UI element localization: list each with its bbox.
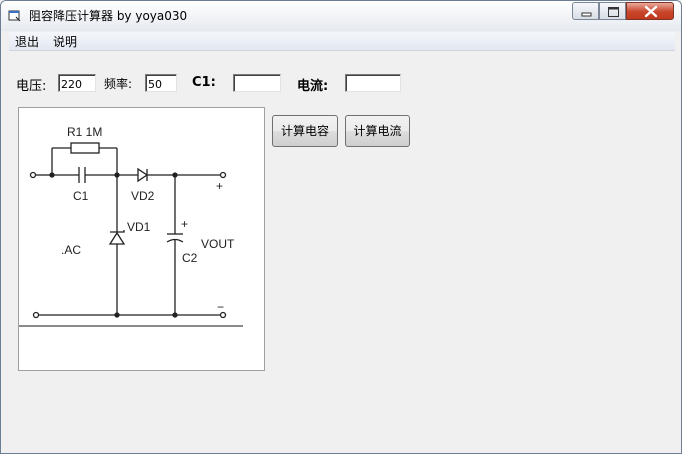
minus-terminal-label: − bbox=[217, 300, 224, 314]
c2-label: C2 bbox=[182, 251, 198, 265]
maximize-button[interactable] bbox=[599, 2, 626, 20]
menu-exit[interactable]: 退出 bbox=[15, 33, 39, 50]
plus-terminal-label: + bbox=[216, 179, 223, 193]
vd1-label: VD1 bbox=[127, 220, 151, 234]
voltage-input[interactable] bbox=[58, 74, 96, 92]
close-button[interactable] bbox=[626, 2, 674, 20]
frequency-label: 频率: bbox=[104, 77, 133, 91]
c1-input[interactable] bbox=[233, 74, 281, 92]
minimize-icon bbox=[581, 12, 592, 17]
minimize-button[interactable] bbox=[572, 2, 599, 20]
app-window: 阻容降压计算器 by yoya030 退出 说明 电压: 频率: C1: 电流:… bbox=[0, 0, 682, 454]
title-bar[interactable]: 阻容降压计算器 by yoya030 bbox=[1, 1, 681, 31]
c1-schematic-label: C1 bbox=[73, 189, 89, 203]
circuit-diagram: R1 1M C1 VD2 VD1 + C2 VOUT .AC + − bbox=[19, 125, 243, 327]
vout-label: VOUT bbox=[201, 237, 235, 251]
window-title: 阻容降压计算器 by yoya030 bbox=[29, 9, 188, 23]
app-icon bbox=[8, 8, 22, 22]
r1-label: R1 1M bbox=[67, 125, 102, 139]
c1-label: C1: bbox=[192, 75, 216, 90]
voltage-label: 电压: bbox=[16, 79, 47, 94]
ac-label: .AC bbox=[61, 243, 81, 257]
vd2-label: VD2 bbox=[131, 189, 155, 203]
maximize-icon bbox=[608, 7, 619, 17]
circuit-picture-box: R1 1M C1 VD2 VD1 + C2 VOUT .AC + − bbox=[18, 107, 265, 371]
calc-current-button[interactable]: 计算电流 bbox=[345, 115, 410, 147]
c2-plus-sign: + bbox=[181, 217, 188, 231]
current-input[interactable] bbox=[345, 74, 401, 92]
menu-bar: 退出 说明 bbox=[9, 32, 675, 51]
frequency-input[interactable] bbox=[145, 74, 177, 92]
menu-help[interactable]: 说明 bbox=[53, 33, 77, 50]
current-label: 电流: bbox=[297, 79, 329, 94]
calc-capacitance-button[interactable]: 计算电容 bbox=[272, 115, 338, 147]
close-icon bbox=[644, 5, 658, 18]
